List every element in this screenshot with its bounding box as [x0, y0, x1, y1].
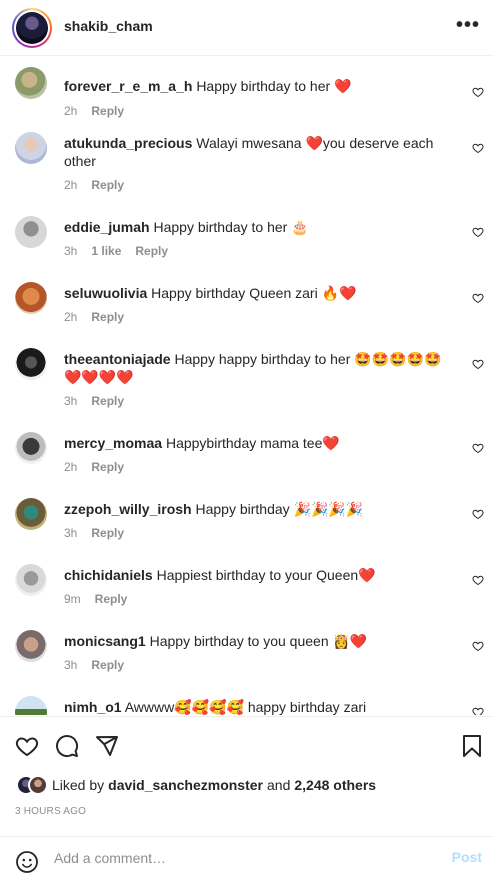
- reply-button[interactable]: Reply: [91, 104, 124, 118]
- comment-username[interactable]: monicsang1: [64, 633, 146, 649]
- comment-like-heart-icon[interactable]: [472, 226, 484, 238]
- comment-like-heart-icon[interactable]: [472, 358, 484, 370]
- commenter-avatar[interactable]: [15, 67, 47, 99]
- comment-time: 3h: [64, 658, 78, 672]
- profile-photo: [16, 12, 48, 44]
- commenter-avatar[interactable]: [15, 282, 47, 314]
- commenter-avatar[interactable]: [15, 132, 47, 164]
- reply-button[interactable]: Reply: [135, 244, 168, 258]
- commenter-avatar[interactable]: [15, 696, 47, 715]
- reply-button[interactable]: Reply: [91, 460, 124, 474]
- comment-username[interactable]: nimh_o1: [64, 699, 122, 715]
- reply-button[interactable]: Reply: [91, 310, 124, 324]
- commenter-avatar[interactable]: [15, 498, 47, 530]
- comment-bubble-icon[interactable]: [55, 734, 79, 758]
- likes-count-link[interactable]: 2,248 others: [294, 777, 376, 793]
- share-paper-plane-icon[interactable]: [95, 734, 119, 758]
- reply-button[interactable]: Reply: [95, 592, 128, 606]
- reply-button[interactable]: Reply: [91, 394, 124, 408]
- comment-text: Happiest birthday to your Queen❤️: [156, 567, 376, 583]
- emoji-smiley-icon[interactable]: [15, 850, 39, 874]
- commenter-avatar[interactable]: [15, 432, 47, 464]
- liked-by-joiner: and: [267, 777, 291, 793]
- comment-username[interactable]: seluwuolivia: [64, 285, 147, 301]
- comment-like-heart-icon[interactable]: [472, 508, 484, 520]
- comment-like-heart-icon[interactable]: [472, 706, 484, 715]
- liked-by-prefix: Liked by: [52, 777, 105, 793]
- post-author-username[interactable]: shakib_cham: [64, 18, 153, 34]
- comment-username[interactable]: atukunda_precious: [64, 135, 192, 151]
- reply-button[interactable]: Reply: [91, 526, 124, 540]
- comment-username[interactable]: eddie_jumah: [64, 219, 150, 235]
- comment-list[interactable]: forever_r_e_m_a_h Happy birthday to her …: [0, 57, 494, 715]
- comment-text: Happy birthday to you queen 👸❤️: [149, 633, 368, 649]
- save-bookmark-icon[interactable]: [460, 734, 484, 758]
- comment-time: 2h: [64, 460, 78, 474]
- comment-text: Happy birthday to her 🎂: [153, 219, 309, 235]
- reply-button[interactable]: Reply: [91, 178, 124, 192]
- comment-username[interactable]: mercy_momaa: [64, 435, 162, 451]
- story-ring-avatar[interactable]: [12, 8, 52, 48]
- like-heart-icon[interactable]: [15, 734, 39, 758]
- commenter-avatar[interactable]: [15, 216, 47, 248]
- comment-text: Happy birthday Queen zari 🔥❤️: [151, 285, 357, 301]
- post-timestamp[interactable]: 3 HOURS AGO: [15, 806, 86, 817]
- comment-time: 2h: [64, 310, 78, 324]
- commenter-avatar[interactable]: [15, 564, 47, 596]
- comment-text: Happy birthday to her ❤️: [196, 78, 352, 94]
- comment-like-heart-icon[interactable]: [472, 142, 484, 154]
- comment-like-heart-icon[interactable]: [472, 86, 484, 98]
- liker-avatar[interactable]: [28, 775, 48, 795]
- add-comment-bar: Post: [0, 836, 494, 876]
- comment-time: 3h: [64, 394, 78, 408]
- comment-like-count[interactable]: 1 like: [91, 244, 121, 258]
- post-button[interactable]: Post: [452, 849, 482, 865]
- more-icon[interactable]: •••: [456, 15, 480, 35]
- comment-username[interactable]: theeantoniajade: [64, 351, 171, 367]
- comment-like-heart-icon[interactable]: [472, 574, 484, 586]
- comment-text: Happy birthday 🎉🎉🎉🎉: [195, 501, 364, 517]
- reply-button[interactable]: Reply: [91, 658, 124, 672]
- commenter-avatar[interactable]: [15, 630, 47, 662]
- comment-text: Awwww🥰🥰🥰🥰 happy birthday zari: [124, 699, 367, 715]
- comment-time: 3h: [64, 244, 78, 258]
- comment-time: 2h: [64, 178, 78, 192]
- comment-time: 9m: [64, 592, 81, 606]
- add-comment-input[interactable]: [54, 847, 424, 869]
- comment-like-heart-icon[interactable]: [472, 292, 484, 304]
- comment-like-heart-icon[interactable]: [472, 640, 484, 652]
- comment-username[interactable]: forever_r_e_m_a_h: [64, 78, 192, 94]
- comment-time: 3h: [64, 526, 78, 540]
- comment-time: 2h: [64, 104, 78, 118]
- commenter-avatar[interactable]: [15, 348, 47, 380]
- post-action-bar: [0, 716, 494, 776]
- liker-username[interactable]: david_sanchezmonster: [108, 777, 263, 793]
- comment-username[interactable]: zzepoh_willy_irosh: [64, 501, 192, 517]
- comment-text: Happybirthday mama tee❤️: [165, 435, 340, 451]
- post-header: shakib_cham •••: [0, 0, 494, 56]
- liked-by-summary: Liked by david_sanchezmonster and 2,248 …: [16, 774, 376, 796]
- comment-like-heart-icon[interactable]: [472, 442, 484, 454]
- comment-username[interactable]: chichidaniels: [64, 567, 153, 583]
